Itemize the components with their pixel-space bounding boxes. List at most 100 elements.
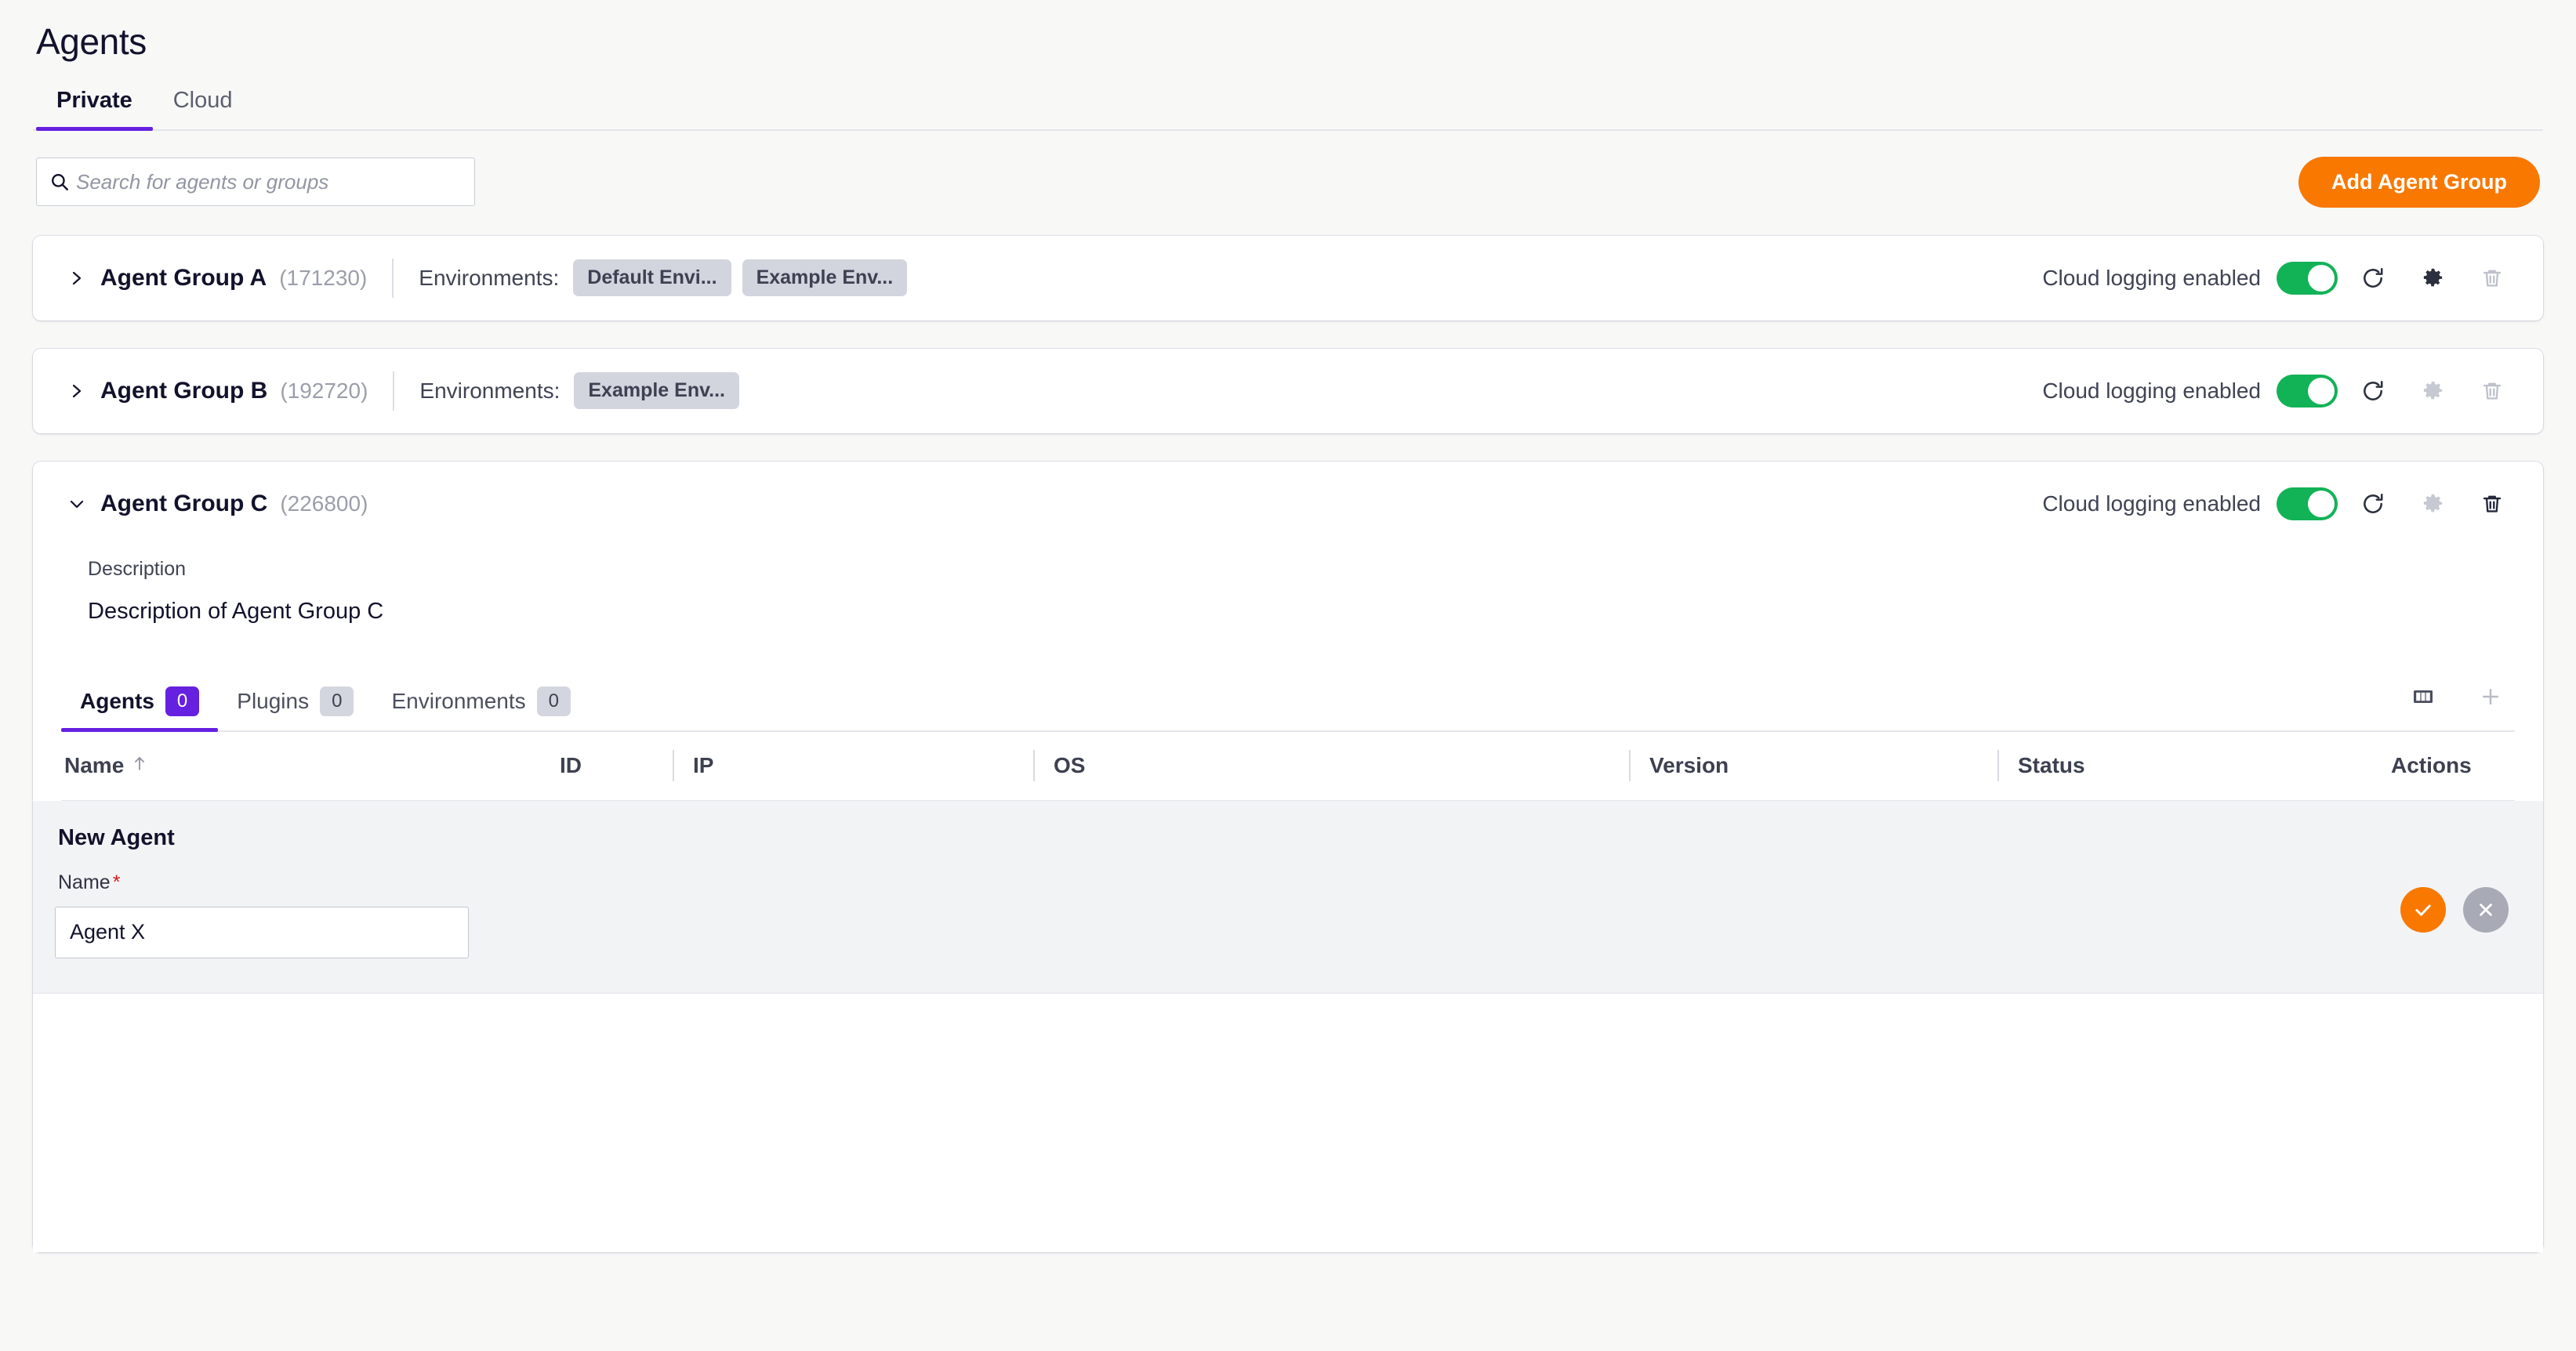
tab-cloud[interactable]: Cloud [153, 87, 253, 129]
gear-icon[interactable] [2408, 254, 2457, 302]
column-header-ip[interactable]: IP [673, 732, 1033, 800]
new-agent-row: New Agent Name * [33, 800, 2543, 994]
agent-group-card: Agent Group B (192720) Environments: Exa… [33, 348, 2543, 433]
column-header-ip-label: IP [693, 753, 714, 778]
search-input[interactable] [76, 158, 474, 206]
divider [393, 371, 395, 411]
restore-icon[interactable] [2349, 254, 2397, 302]
agent-group-header-left: Agent Group B (192720) Environments: Exa… [61, 371, 739, 411]
cloud-logging-label: Cloud logging enabled [2042, 265, 2261, 290]
tab-agents[interactable]: Agents 0 [61, 686, 219, 732]
name-input[interactable] [55, 906, 469, 958]
agent-group-header-right: Cloud logging enabled [2042, 367, 2516, 415]
agent-group-body: Description Description of Agent Group C… [33, 546, 2543, 732]
cloud-logging-toggle[interactable] [2277, 487, 2338, 520]
chevron-right-icon[interactable] [61, 380, 93, 402]
cloud-logging-label: Cloud logging enabled [2042, 491, 2261, 516]
top-tabs: Private Cloud [33, 87, 2543, 131]
sort-asc-icon [132, 753, 147, 778]
chevron-down-icon[interactable] [61, 495, 93, 513]
page-title: Agents [36, 21, 147, 62]
trash-icon [2468, 367, 2516, 415]
toggle-knob [2308, 377, 2335, 404]
agent-group-header-right: Cloud logging enabled [2042, 480, 2516, 528]
toolbar: Add Agent Group [33, 156, 2543, 208]
description-label: Description [88, 557, 187, 580]
environment-chip[interactable]: Example Env... [742, 259, 908, 297]
plus-icon [2466, 672, 2515, 721]
toggle-knob [2308, 264, 2335, 292]
divider [392, 258, 394, 298]
table-empty-area [33, 993, 2543, 1252]
columns-icon[interactable] [2399, 672, 2447, 721]
tab-environments-label: Environments [391, 688, 526, 713]
environment-chips: Default Envi... Example Env... [573, 259, 908, 297]
agent-group-header-left: Agent Group C (226800) [61, 491, 368, 517]
column-header-version[interactable]: Version [1629, 732, 1997, 800]
agent-group-id: (192720) [280, 378, 368, 403]
agent-group-header-a[interactable]: Agent Group A (171230) Environments: Def… [33, 236, 2543, 321]
column-header-id-label: ID [560, 753, 582, 778]
new-agent-title: New Agent [58, 824, 175, 850]
column-header-actions-label: Actions [2391, 753, 2472, 778]
required-asterisk: * [112, 871, 121, 893]
cancel-new-agent-button[interactable] [2463, 886, 2509, 933]
toggle-knob [2308, 490, 2335, 517]
tab-private[interactable]: Private [36, 87, 153, 131]
environment-chip[interactable]: Default Envi... [573, 259, 731, 297]
cloud-logging-toggle[interactable] [2277, 374, 2338, 407]
column-header-os[interactable]: OS [1033, 732, 1629, 800]
new-agent-form: New Agent Name * [55, 824, 469, 958]
tab-cloud-label: Cloud [172, 88, 233, 114]
agent-group-name: Agent Group C [100, 490, 268, 516]
name-field-label: Name * [55, 871, 469, 894]
trash-icon [2468, 254, 2516, 302]
column-header-id[interactable]: ID [539, 732, 673, 800]
add-agent-group-button[interactable]: Add Agent Group [2298, 156, 2540, 208]
tab-environments-count: 0 [536, 686, 571, 716]
agent-group-header-left: Agent Group A (171230) Environments: Def… [61, 258, 908, 298]
inner-tabs: Agents 0 Plugins 0 Environments 0 [61, 686, 590, 732]
tab-plugins-label: Plugins [237, 688, 310, 713]
column-header-status[interactable]: Status [1997, 732, 2366, 800]
column-header-actions: Actions [2366, 732, 2515, 800]
agent-group-name: Agent Group B [100, 377, 268, 404]
cloud-logging-label: Cloud logging enabled [2042, 378, 2261, 403]
restore-icon[interactable] [2349, 367, 2397, 415]
description-value: Description of Agent Group C [88, 598, 384, 624]
table-header-row: Name ID IP OS Version Status Actions [61, 732, 2515, 801]
search-box[interactable] [36, 158, 475, 207]
cloud-logging-toggle[interactable] [2277, 261, 2338, 295]
environments-label: Environments: [419, 265, 560, 290]
inner-tabs-wrap: Agents 0 Plugins 0 Environments 0 [61, 672, 2515, 732]
name-field-label-text: Name [58, 871, 111, 893]
agent-table: Name ID IP OS Version Status Actions [33, 732, 2543, 801]
restore-icon[interactable] [2349, 480, 2397, 528]
agent-group-name: Agent Group A [100, 264, 267, 291]
tab-environments[interactable]: Environments 0 [372, 686, 590, 730]
environment-chips: Example Env... [574, 372, 739, 410]
gear-icon [2408, 367, 2457, 415]
agent-group-header-b[interactable]: Agent Group B (192720) Environments: Exa… [33, 349, 2543, 433]
tab-plugins-count: 0 [320, 686, 354, 716]
chevron-right-icon[interactable] [61, 267, 93, 289]
column-header-status-label: Status [2018, 753, 2085, 778]
column-header-name[interactable]: Name [61, 732, 539, 800]
environment-chip[interactable]: Example Env... [574, 372, 739, 410]
column-header-name-label: Name [64, 753, 125, 778]
tab-agents-label: Agents [80, 688, 154, 713]
agents-page: Agents Private Cloud Add Agent Group [0, 0, 2576, 1351]
agent-group-card-expanded: Agent Group C (226800) Cloud logging ena… [33, 461, 2543, 1252]
tab-plugins[interactable]: Plugins 0 [218, 686, 372, 730]
trash-icon[interactable] [2468, 480, 2516, 528]
confirm-new-agent-button[interactable] [2400, 886, 2446, 933]
tab-private-label: Private [56, 88, 132, 114]
description-block: Description Description of Agent Group C [61, 546, 2515, 625]
search-icon [49, 172, 70, 192]
agent-group-header-c[interactable]: Agent Group C (226800) Cloud logging ena… [33, 462, 2543, 546]
agent-group-header-right: Cloud logging enabled [2042, 254, 2516, 302]
column-header-version-label: Version [1649, 753, 1729, 778]
agent-group-id: (226800) [280, 491, 368, 516]
new-agent-actions [2400, 886, 2509, 933]
gear-icon [2408, 480, 2457, 528]
